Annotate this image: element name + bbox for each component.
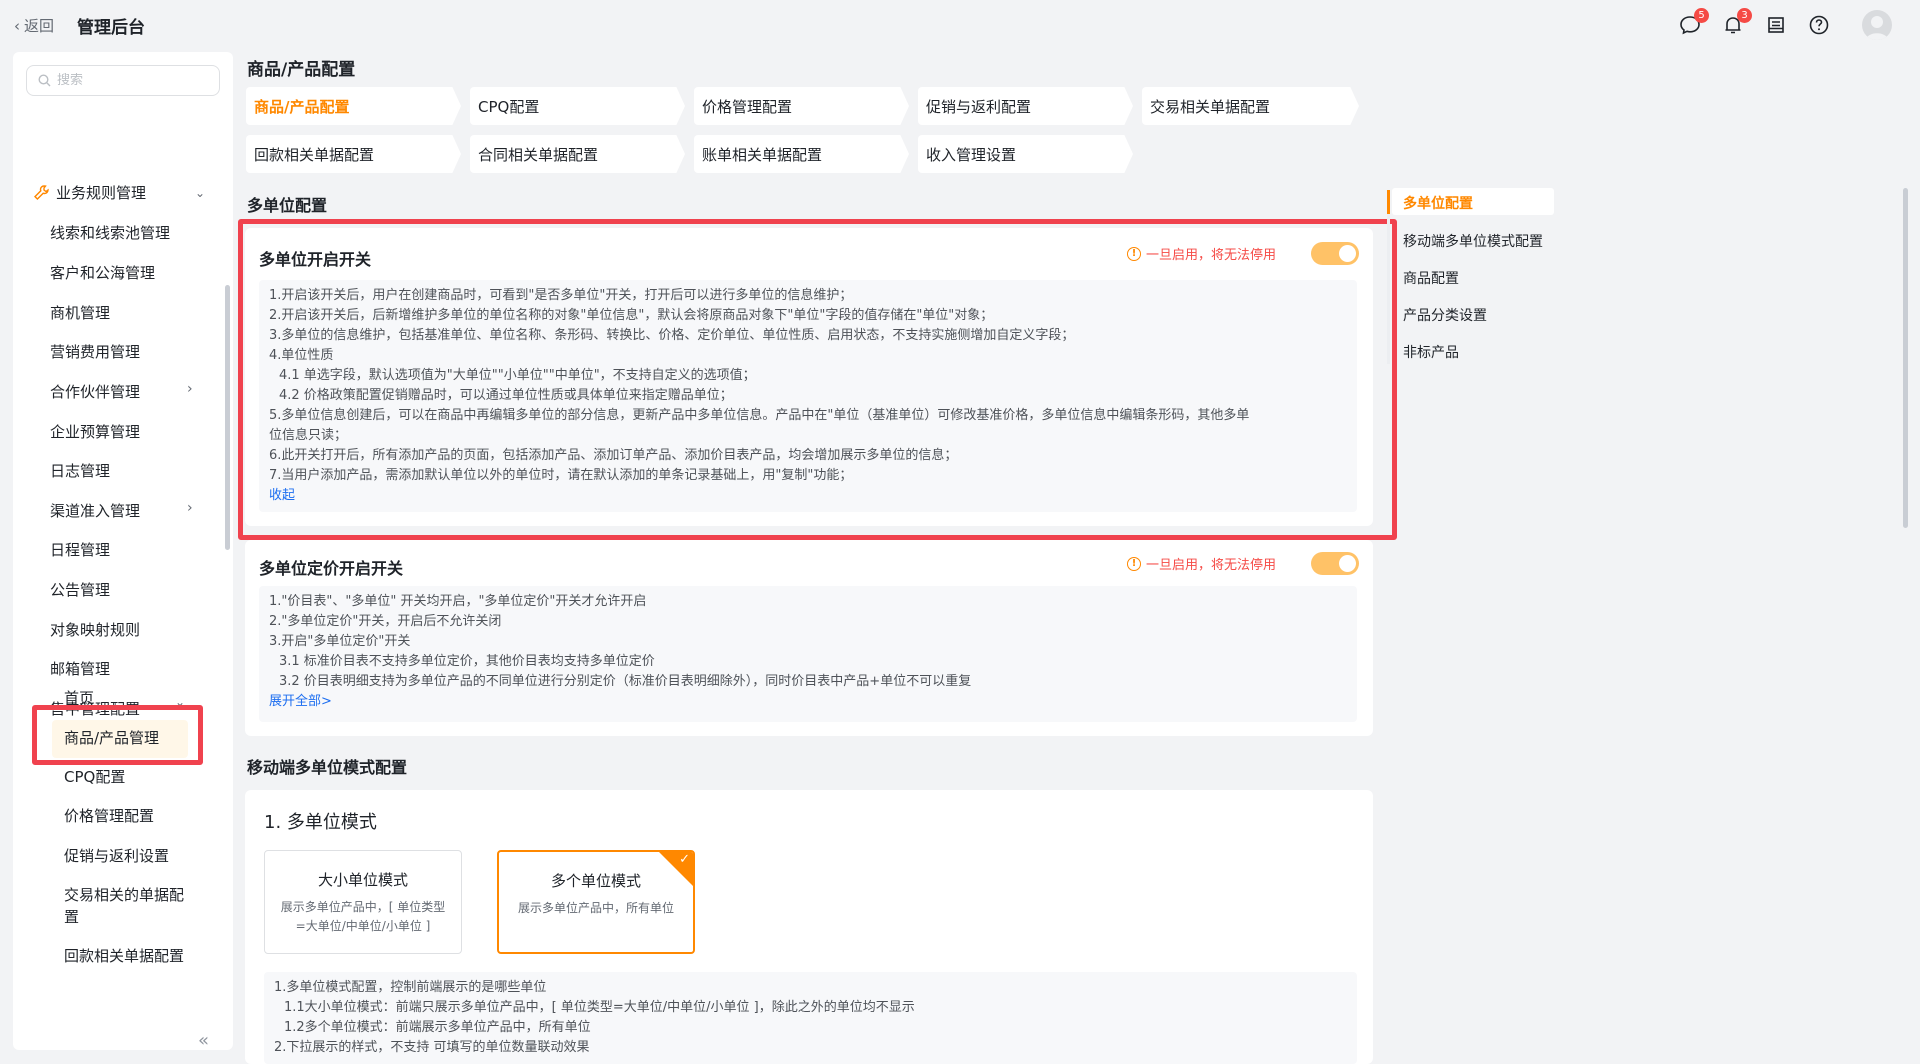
multi-unit-pricing-card: 多单位定价开启开关 ! 一旦启用，将无法停用 1."价目表"、"多单位" 开关均… <box>245 540 1373 736</box>
mobile-mode-card: 1. 多单位模式 大小单位模式 展示多单位产品中，[ 单位类型=大单位/中单位/… <box>245 790 1373 1064</box>
sidebar-item-object-mapping[interactable]: 对象映射规则 <box>50 619 260 640</box>
desc-line: 2."多单位定价"开关，开启后不允许关闭 <box>269 614 502 629</box>
switch-title: 多单位定价开启开关 <box>259 559 404 578</box>
back-button[interactable]: ‹ 返回 <box>14 15 54 36</box>
sidebar-item-customers[interactable]: 客户和公海管理 <box>50 262 260 283</box>
anchor-product-config[interactable]: 商品配置 <box>1403 268 1459 288</box>
tab-cpq-config[interactable]: CPQ配置 <box>470 87 685 125</box>
sidebar-subitem-trade-docs[interactable]: 交易相关的单据配置 <box>64 884 194 928</box>
mode-notes: 1.多单位模式配置，控制前端展示的是哪些单位 1.1大小单位模式：前端只展示多单… <box>264 972 1357 1064</box>
anchor-track <box>1387 190 1390 364</box>
anchor-multi-unit[interactable]: 多单位配置 <box>1403 193 1473 213</box>
wrench-icon <box>34 185 49 200</box>
sidebar-item-mailbox[interactable]: 邮箱管理 <box>50 658 260 679</box>
mode-desc: 展示多单位产品中，所有单位 <box>517 901 674 915</box>
desc-line: 3.开启"多单位定价"开关 <box>269 634 411 649</box>
search-box[interactable] <box>26 65 220 96</box>
message-icon[interactable]: 5 <box>1678 8 1709 37</box>
chevron-right-icon: › <box>187 500 193 516</box>
collapse-sidebar-icon[interactable]: « <box>198 1030 209 1051</box>
search-icon <box>38 74 51 87</box>
tab-revenue-config[interactable]: 收入管理设置 <box>918 135 1133 173</box>
sidebar-item-label: 合作伙伴管理 <box>50 383 141 401</box>
top-bar: ‹ 返回 管理后台 5 3 <box>0 0 1920 50</box>
sidebar-item-label: 渠道准入管理 <box>50 502 141 520</box>
note-line: 1.多单位模式配置，控制前端展示的是哪些单位 <box>274 980 547 995</box>
note-line: 2.下拉展示的样式，不支持 可填写的单位数量联动效果 <box>274 1040 590 1055</box>
note-line: 1.1大小单位模式：前端只展示多单位产品中，[ 单位类型=大单位/中单位/小单位… <box>284 1000 915 1015</box>
page-title: 商品/产品配置 <box>247 60 356 80</box>
sidebar-group-label: 业务规则管理 <box>56 184 147 202</box>
anchor-category-settings[interactable]: 产品分类设置 <box>1403 305 1487 325</box>
mode-option-multiple-units[interactable]: ✓ 多个单位模式 展示多单位产品中，所有单位 <box>497 850 695 954</box>
mode-option-size-units[interactable]: 大小单位模式 展示多单位产品中，[ 单位类型=大单位/中单位/小单位 ] <box>264 850 462 954</box>
section-title-multi-unit: 多单位配置 <box>247 196 328 215</box>
desc-line: 1."价目表"、"多单位" 开关均开启，"多单位定价"开关才允许开启 <box>269 594 647 609</box>
chevron-right-icon: › <box>187 381 193 397</box>
expand-all-link[interactable]: 展开全部> <box>269 692 1347 712</box>
help-icon[interactable] <box>1807 13 1831 37</box>
task-icon[interactable] <box>1764 13 1788 37</box>
warning-icon: ! <box>1127 556 1141 571</box>
highlight-box-switch <box>238 219 1397 540</box>
sidebar-subitem-promotion[interactable]: 促销与返利设置 <box>64 845 194 867</box>
anchor-active-marker <box>1387 190 1390 214</box>
chevron-down-icon: ⌄ <box>195 185 206 200</box>
mode-heading: 1. 多单位模式 <box>264 812 377 833</box>
switch-description: 1."价目表"、"多单位" 开关均开启，"多单位定价"开关才允许开启 2."多单… <box>259 586 1357 722</box>
tab-product-config[interactable]: 商品/产品配置 <box>246 87 461 125</box>
tab-bill-docs-config[interactable]: 账单相关单据配置 <box>694 135 909 173</box>
tab-price-config[interactable]: 价格管理配置 <box>694 87 909 125</box>
tab-payment-docs-config[interactable]: 回款相关单据配置 <box>246 135 461 173</box>
tab-trade-docs-config[interactable]: 交易相关单据配置 <box>1142 87 1359 125</box>
tab-contract-docs-config[interactable]: 合同相关单据配置 <box>470 135 685 173</box>
sidebar-subitem-price[interactable]: 价格管理配置 <box>64 805 194 827</box>
bell-badge: 3 <box>1737 8 1752 23</box>
anchor-nonstandard-products[interactable]: 非标产品 <box>1403 342 1459 362</box>
anchor-mobile-mode[interactable]: 移动端多单位模式配置 <box>1403 231 1543 251</box>
sidebar-item-leads[interactable]: 线索和线索池管理 <box>50 222 260 243</box>
multi-unit-pricing-toggle[interactable] <box>1311 552 1359 575</box>
warning-text: ! 一旦启用，将无法停用 <box>1127 554 1276 573</box>
sidebar-scrollbar[interactable] <box>225 285 230 550</box>
mode-desc: 展示多单位产品中，[ 单位类型=大单位/中单位/小单位 ] <box>280 900 446 933</box>
warning-label: 一旦启用，将无法停用 <box>1146 558 1277 573</box>
app-title: 管理后台 <box>77 18 145 38</box>
header-actions: 5 3 <box>1678 8 1892 40</box>
bell-icon[interactable]: 3 <box>1721 8 1752 37</box>
tab-promotion-config[interactable]: 促销与返利配置 <box>918 87 1133 125</box>
highlight-box-sidebar <box>32 705 203 765</box>
sidebar-group-business-rules[interactable]: 业务规则管理 ⌄ <box>33 182 243 203</box>
note-line: 1.2多个单位模式：前端展示多单位产品中，所有单位 <box>284 1020 591 1035</box>
back-label: 返回 <box>24 17 55 35</box>
main-scrollbar[interactable] <box>1903 188 1908 528</box>
message-badge: 5 <box>1694 8 1709 23</box>
sidebar-item-announcements[interactable]: 公告管理 <box>50 579 260 600</box>
sidebar: 业务规则管理 ⌄ 线索和线索池管理 客户和公海管理 商机管理 营销费用管理 合作… <box>13 52 233 1051</box>
sidebar-subitem-cpq[interactable]: CPQ配置 <box>64 766 194 788</box>
check-icon: ✓ <box>679 852 690 867</box>
desc-line: 3.1 标准价目表不支持多单位定价，其他价目表均支持多单位定价 <box>279 654 655 669</box>
mode-name: 大小单位模式 <box>317 871 408 889</box>
avatar[interactable] <box>1862 10 1892 40</box>
desc-line: 3.2 价目表明细支持为多单位产品的不同单位进行分别定价（标准价目表明细除外），… <box>279 674 972 689</box>
section-title-mobile-mode: 移动端多单位模式配置 <box>247 758 408 777</box>
sidebar-subitem-payment-docs[interactable]: 回款相关单据配置 <box>64 945 194 967</box>
chevron-left-icon: ‹ <box>14 16 20 35</box>
search-input[interactable] <box>57 73 207 88</box>
